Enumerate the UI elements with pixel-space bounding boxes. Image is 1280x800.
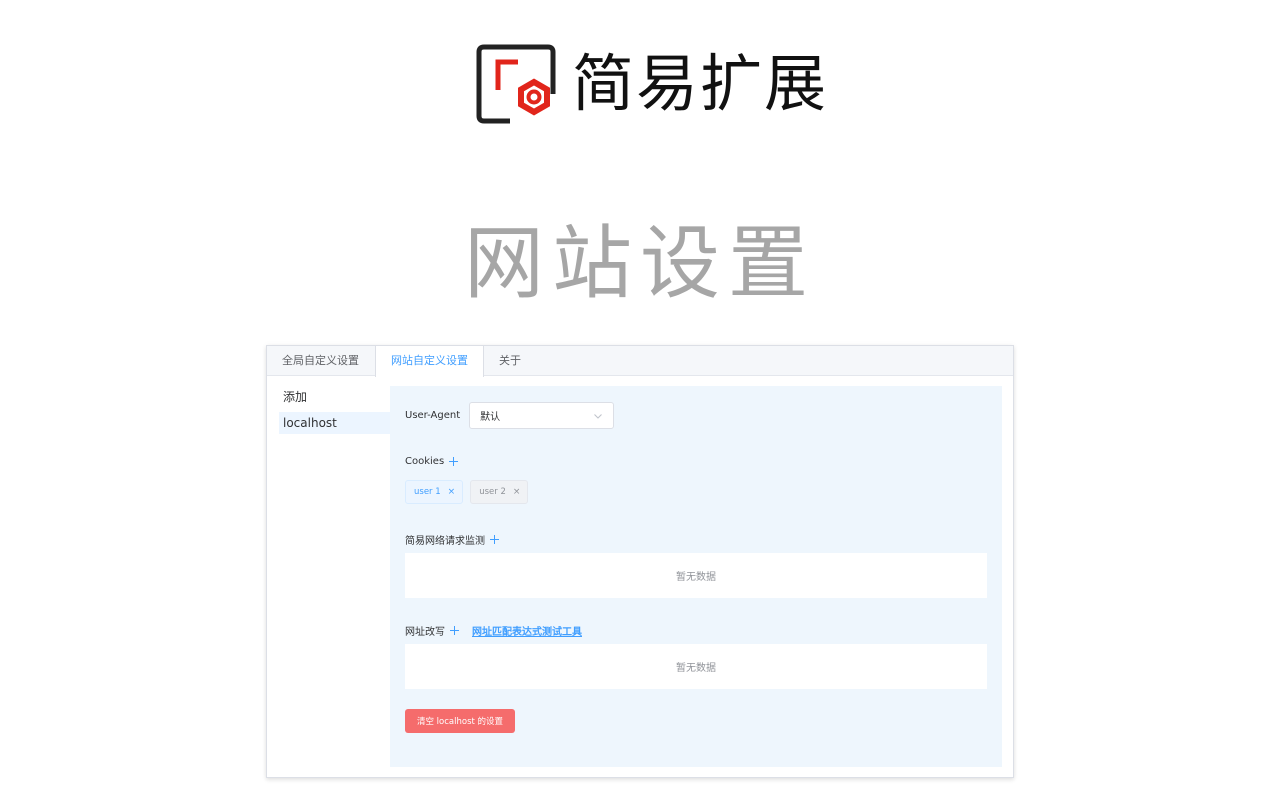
clear-site-settings-button[interactable]: 清空 localhost 的设置 [405, 709, 515, 733]
sidebar-item-add[interactable]: 添加 [279, 386, 391, 408]
add-monitor-plus-icon[interactable] [489, 534, 500, 545]
user-agent-selected-value: 默认 [480, 412, 501, 423]
brand-logo: 简易扩展 [476, 44, 828, 124]
close-icon[interactable]: × [513, 487, 521, 497]
user-agent-label: User-Agent [405, 410, 461, 421]
network-monitor-header: 简易网络请求监测 [405, 532, 500, 547]
page-title: 网站设置 [464, 217, 816, 310]
add-rewrite-plus-icon[interactable] [449, 625, 460, 636]
url-rewrite-empty: 暂无数据 [405, 644, 987, 689]
cookies-label: Cookies [405, 456, 445, 467]
brand-name: 简易扩展 [572, 47, 829, 120]
url-match-test-tool-link[interactable]: 网址匹配表达式测试工具 [472, 623, 582, 638]
sidebar-item-localhost[interactable]: localhost [279, 412, 391, 434]
cookie-tag[interactable]: user 2 × [470, 480, 529, 504]
tab-about[interactable]: 关于 [484, 346, 537, 376]
site-list: 添加 localhost [279, 386, 391, 438]
tab-bar: 全局自定义设置 网站自定义设置 关于 [267, 346, 1013, 377]
url-rewrite-header: 网址改写 网址匹配表达式测试工具 [405, 623, 582, 638]
cookie-tag-label: user 2 [479, 487, 506, 497]
settings-panel: 全局自定义设置 网站自定义设置 关于 添加 localhost User-Age… [266, 345, 1014, 778]
cookie-tags: user 1 × user 2 × [405, 480, 535, 504]
close-icon[interactable]: × [448, 487, 456, 497]
network-monitor-empty: 暂无数据 [405, 553, 987, 598]
cookies-header: Cookies [405, 456, 459, 467]
tab-site-settings[interactable]: 网站自定义设置 [375, 346, 484, 377]
chevron-down-icon [594, 413, 603, 419]
add-cookie-plus-icon[interactable] [448, 456, 459, 467]
network-monitor-label: 简易网络请求监测 [405, 536, 485, 547]
site-settings-content: User-Agent 默认 Cookies user 1 × user 2 × [390, 386, 1002, 767]
url-rewrite-label: 网址改写 [405, 627, 445, 638]
brand-logo-icon [476, 44, 556, 124]
cookie-tag[interactable]: user 1 × [405, 480, 464, 504]
user-agent-row: User-Agent 默认 [405, 402, 615, 429]
cookie-tag-label: user 1 [414, 487, 441, 497]
user-agent-select[interactable]: 默认 [469, 402, 615, 429]
tab-global-settings[interactable]: 全局自定义设置 [267, 346, 375, 376]
